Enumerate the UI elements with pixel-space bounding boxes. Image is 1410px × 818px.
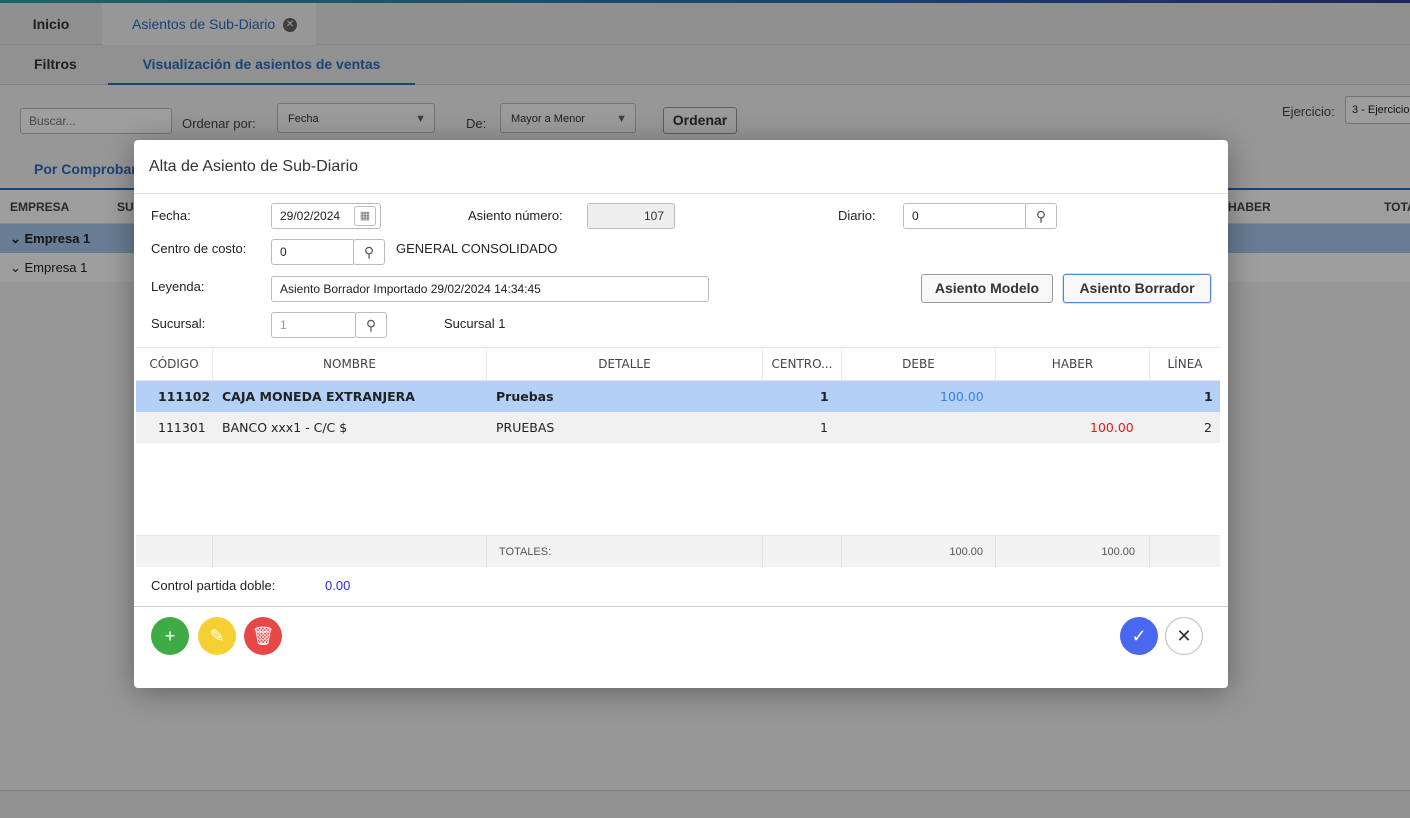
column-debe[interactable]: DEBE [842,348,996,381]
fecha-field[interactable]: 29/02/2024 ▦ [271,203,381,229]
table-row[interactable]: 111102 CAJA MONEDA EXTRANJERA Pruebas 1 … [136,381,1220,412]
cell-codigo: 111102 [158,389,211,404]
column-haber[interactable]: HABER [996,348,1150,381]
confirm-button[interactable]: ✓ [1120,617,1158,655]
delete-button[interactable]: 🗑 [244,617,282,655]
cell-debe: 100.00 [940,389,984,404]
total-haber: 100.00 [996,536,1150,568]
column-nombre[interactable]: NOMBRE [213,348,487,381]
alta-asiento-modal: Alta de Asiento de Sub-Diario Fecha: 29/… [134,140,1228,688]
search-icon[interactable]: ⚲ [1025,203,1057,229]
centro-costo-label: Centro de costo: [151,241,247,256]
total-debe: 100.00 [842,536,996,568]
cell-nombre: CAJA MONEDA EXTRANJERA [222,389,415,404]
cancel-button[interactable]: ✕ [1165,617,1203,655]
sucursal-label: Sucursal: [151,316,206,331]
table-row[interactable]: 111301 BANCO xxx1 - C/C $ PRUEBAS 1 100.… [136,412,1220,443]
grid-header: CÓDIGO NOMBRE DETALLE CENTRO... DEBE HAB… [136,347,1220,381]
divider [134,606,1228,607]
cell-centro: 1 [820,420,828,435]
asiento-borrador-button[interactable]: Asiento Borrador [1063,274,1211,303]
cell-haber: 100.00 [1090,420,1134,435]
close-icon: ✕ [1176,626,1192,646]
search-icon[interactable]: ⚲ [355,312,387,338]
totals-cell [136,536,213,568]
asiento-numero-field: 107 [587,203,675,229]
divider [134,193,1228,194]
check-icon: ✓ [1131,626,1147,646]
cell-detalle: Pruebas [496,389,554,404]
add-button[interactable]: + [151,617,189,655]
trash-icon: 🗑 [251,626,275,646]
centro-costo-field[interactable]: 0 [271,239,355,265]
calendar-icon[interactable]: ▦ [354,206,376,226]
totals-cell [1150,536,1220,568]
control-partida-label: Control partida doble: [151,578,276,593]
diario-field[interactable]: 0 [903,203,1027,229]
column-centro[interactable]: CENTRO... [763,348,842,381]
cell-detalle: PRUEBAS [496,420,555,435]
control-partida-value: 0.00 [325,578,351,593]
cell-centro: 1 [820,389,829,404]
cell-linea: 2 [1204,420,1212,435]
sucursal-name: Sucursal 1 [444,316,506,331]
cell-codigo: 111301 [158,420,206,435]
pencil-icon: ✎ [209,626,225,646]
leyenda-field[interactable]: Asiento Borrador Importado 29/02/2024 14… [271,276,709,302]
totals-label: TOTALES: [487,536,763,568]
cell-linea: 1 [1204,389,1213,404]
asiento-modelo-button[interactable]: Asiento Modelo [921,274,1053,303]
totals-cell [213,536,487,568]
edit-button[interactable]: ✎ [198,617,236,655]
leyenda-label: Leyenda: [151,279,205,294]
search-icon[interactable]: ⚲ [353,239,385,265]
column-detalle[interactable]: DETALLE [487,348,763,381]
grid-totals: TOTALES: 100.00 100.00 [136,535,1220,568]
fecha-label: Fecha: [151,208,191,223]
column-linea[interactable]: LÍNEA [1150,348,1220,381]
sucursal-field[interactable]: 1 [271,312,357,338]
asiento-numero-label: Asiento número: [468,208,563,223]
cell-nombre: BANCO xxx1 - C/C $ [222,420,348,435]
centro-costo-name: GENERAL CONSOLIDADO [396,241,558,256]
totals-cell [763,536,842,568]
plus-icon: + [164,626,176,646]
diario-label: Diario: [838,208,876,223]
modal-title: Alta de Asiento de Sub-Diario [149,158,359,175]
column-codigo[interactable]: CÓDIGO [136,348,213,381]
fecha-value: 29/02/2024 [280,209,341,223]
